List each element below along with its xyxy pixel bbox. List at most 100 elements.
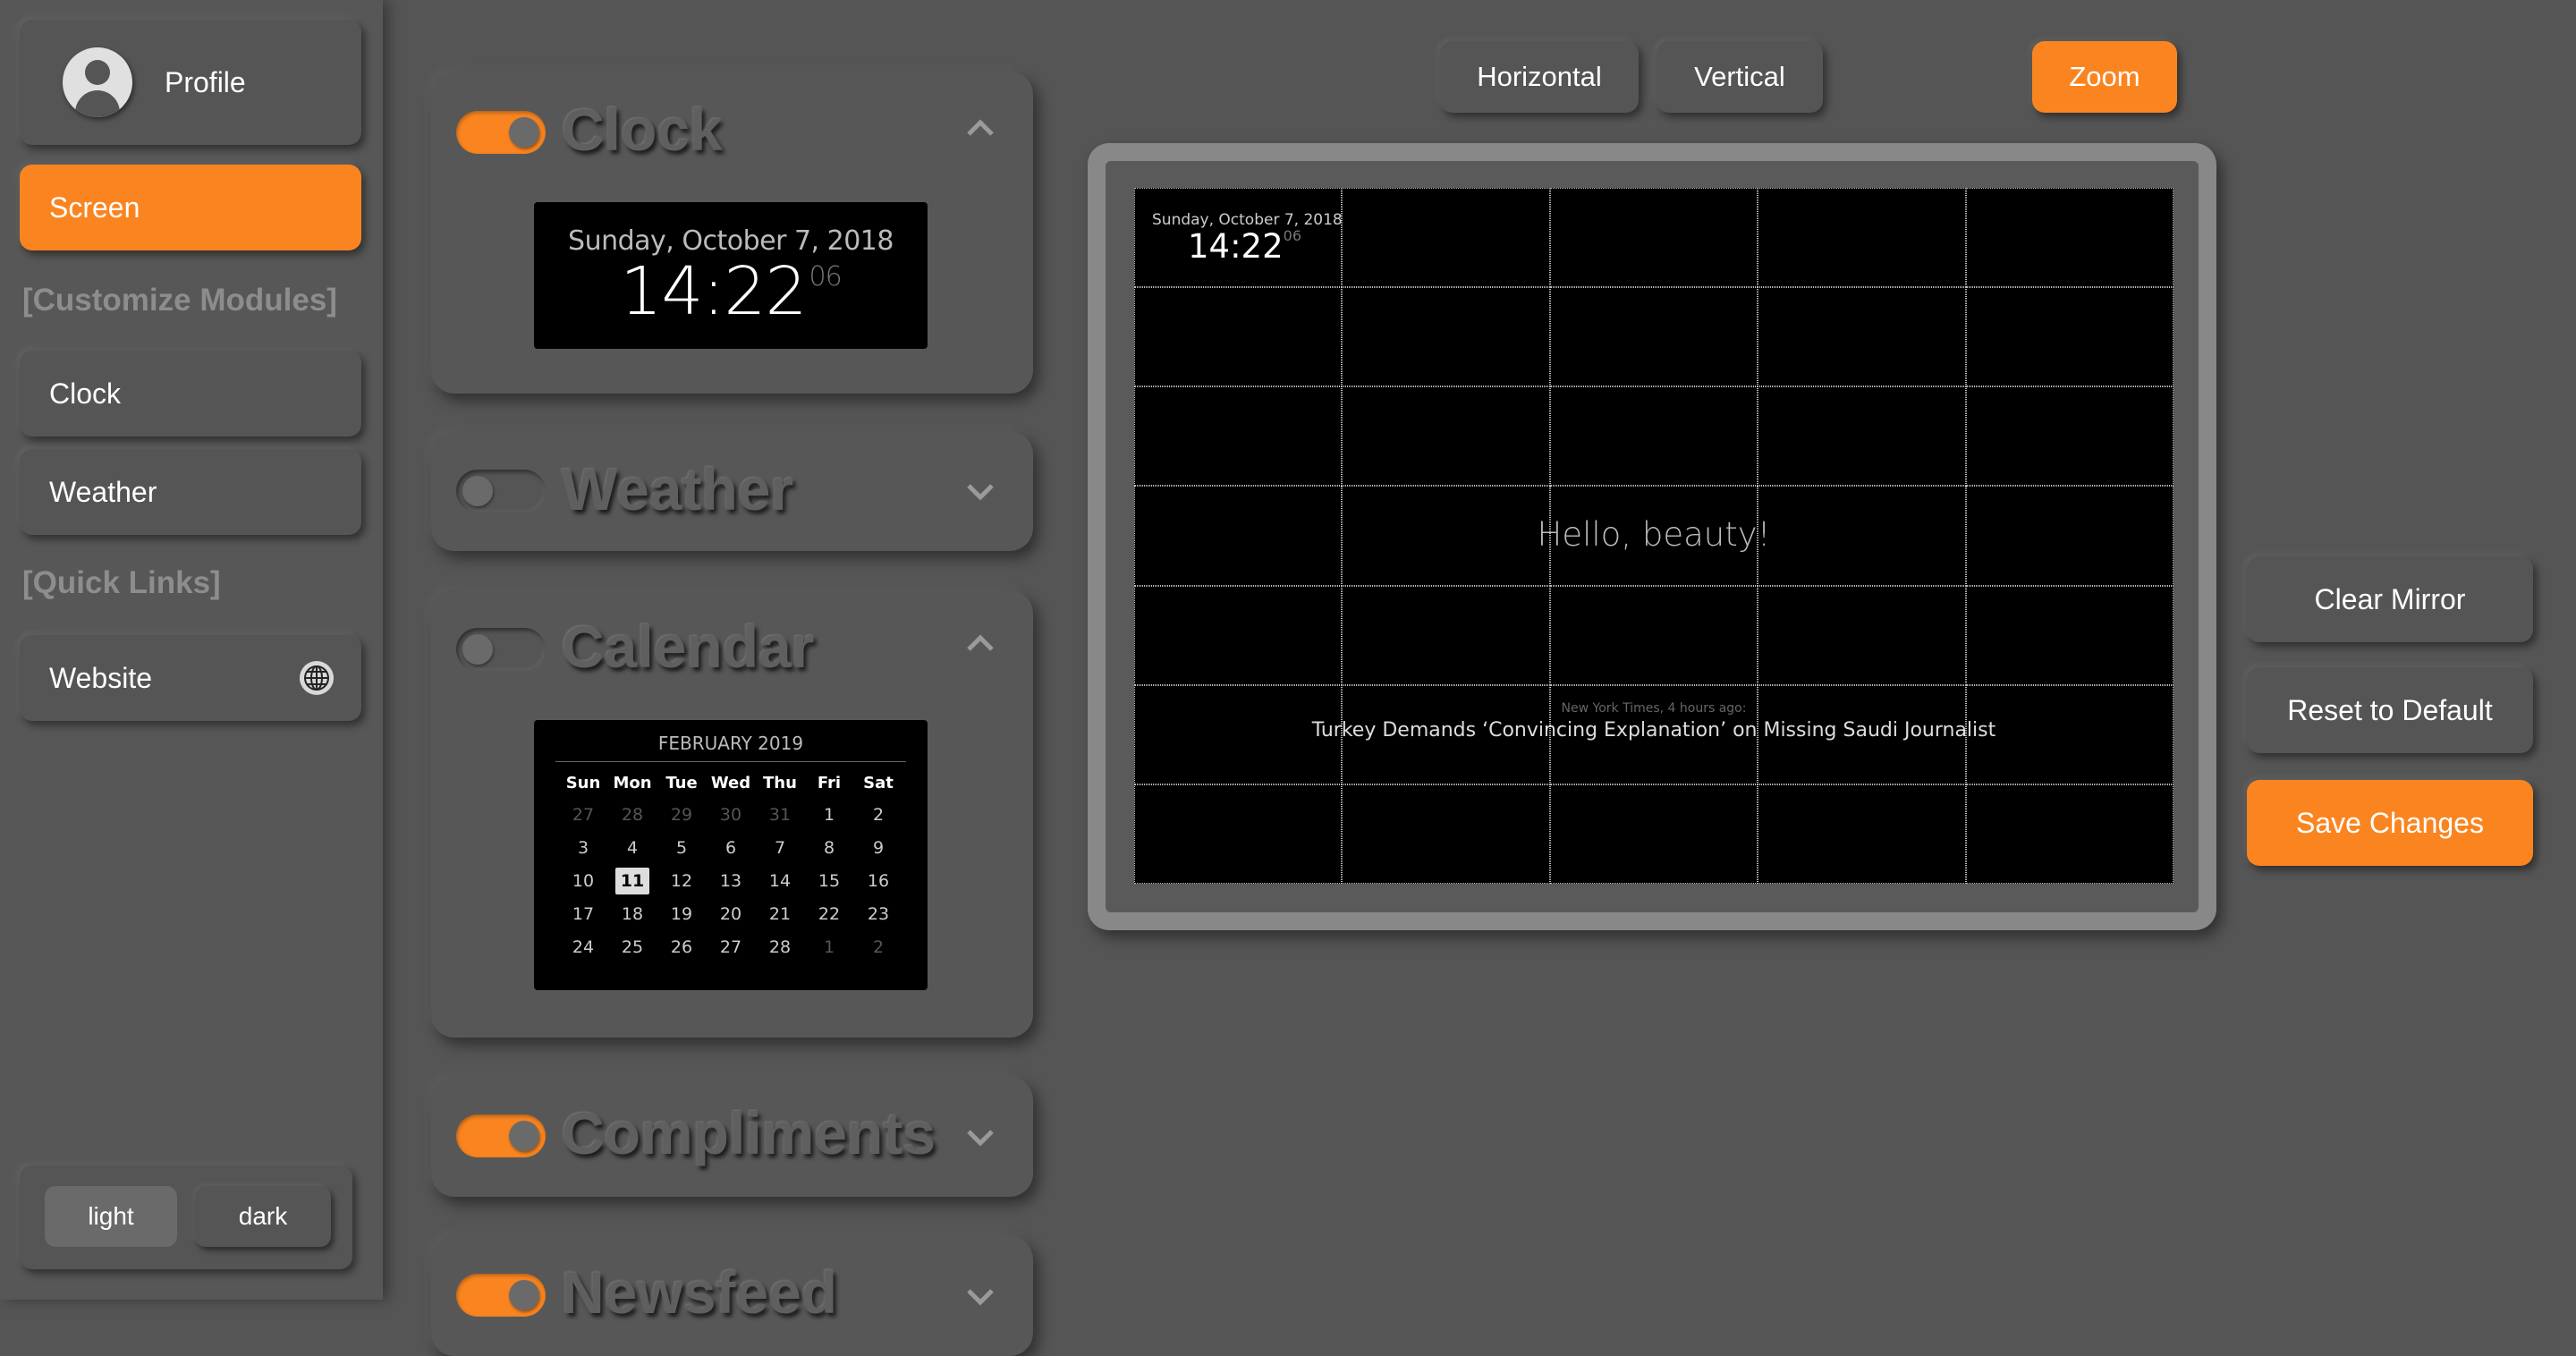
calendar-weekday: Sun [565, 773, 601, 792]
weather-label: Weather [49, 475, 157, 508]
calendar-day: 19 [657, 897, 707, 930]
mirror-region-cell[interactable] [1758, 784, 1966, 884]
calendar-day-number: 8 [823, 837, 835, 858]
chevron-up-icon[interactable] [962, 109, 999, 147]
calendar-weekday: Mon [613, 773, 652, 792]
calendar-day-number: 27 [719, 936, 742, 957]
tab-zoom[interactable]: Zoom [2032, 41, 2177, 113]
mirror-screen: Sunday, October 7, 2018 14:2206 Hello, b… [1134, 188, 2174, 884]
mirror-region-cell[interactable] [1965, 386, 2174, 487]
clock-preview-date: Sunday, October 7, 2018 [568, 225, 894, 257]
mirror-region-cell[interactable] [1965, 784, 2174, 884]
mirror-region-cell[interactable] [1134, 386, 1343, 487]
calendar-day-number: 2 [872, 804, 885, 825]
calendar-day-number: 16 [867, 870, 890, 891]
calendar-day-number: 28 [768, 936, 792, 957]
mirror-region-cell[interactable] [1342, 386, 1550, 487]
weather-toggle[interactable] [456, 470, 546, 513]
compliments-toggle[interactable] [456, 1114, 546, 1157]
calendar-weekday: Fri [817, 773, 842, 792]
clear-mirror-button[interactable]: Clear Mirror [2247, 556, 2533, 642]
calendar-day-number: 31 [768, 804, 792, 825]
reset-default-button[interactable]: Reset to Default [2247, 667, 2533, 753]
mirror-region-cell[interactable] [1549, 386, 1758, 487]
calendar-day: 7 [756, 831, 805, 864]
calendar-day-number: 6 [724, 837, 737, 858]
calendar-day-number: 23 [867, 903, 890, 924]
calendar-day: 17 [559, 897, 608, 930]
clock-toggle[interactable] [456, 111, 546, 154]
sidebar-item-clock[interactable]: Clock [20, 351, 361, 436]
chevron-down-icon[interactable] [962, 472, 999, 510]
clock-module-title: Clock [562, 97, 723, 163]
calendar-weekday: Tue [665, 773, 698, 792]
mirror-region-cell[interactable] [1758, 585, 1966, 685]
mirror-region-cell[interactable] [1758, 386, 1966, 487]
weather-module-card: Weather [431, 431, 1033, 551]
calendar-day: 31 [756, 798, 805, 831]
mirror-region-cell[interactable] [1342, 784, 1550, 884]
clock-module-card: Clock Sunday, October 7, 2018 14:22 06 [431, 72, 1033, 394]
calendar-day: 6 [707, 831, 756, 864]
calendar-day: 29 [657, 798, 707, 831]
sidebar-item-screen[interactable]: Screen [20, 165, 361, 250]
newsfeed-toggle[interactable] [456, 1274, 546, 1317]
globe-icon [300, 661, 334, 695]
theme-light-button[interactable]: light [45, 1186, 177, 1247]
save-changes-button[interactable]: Save Changes [2247, 780, 2533, 866]
chevron-down-icon[interactable] [962, 1118, 999, 1156]
calendar-day: 12 [657, 864, 707, 897]
calendar-preview: FEBRUARY 2019 Sun Mon Tue Wed Thu Fri Sat 27 28… [534, 720, 928, 990]
calendar-day: 11 [608, 864, 657, 897]
calendar-day-number: 24 [572, 936, 595, 957]
sidebar-item-website[interactable]: Website [20, 635, 361, 721]
calendar-day: 16 [854, 864, 903, 897]
mirror-region-cell[interactable] [1342, 287, 1550, 387]
mirror-clock-date: Sunday, October 7, 2018 [1152, 211, 1343, 229]
calendar-day-number: 21 [768, 903, 792, 924]
chevron-up-icon[interactable] [962, 624, 999, 662]
calendar-day: 5 [657, 831, 707, 864]
mirror-news-source: New York Times, 4 hours ago: [1561, 701, 1747, 716]
calendar-weekday: Wed [710, 773, 751, 792]
tab-vertical[interactable]: Vertical [1657, 41, 1823, 113]
calendar-day: 15 [805, 864, 854, 897]
mirror-region-cell[interactable] [1965, 287, 2174, 387]
mirror-region-cell[interactable] [1134, 287, 1343, 387]
mirror-region-cell[interactable] [1549, 784, 1758, 884]
calendar-day: 10 [559, 864, 608, 897]
quick-links-heading: [Quick Links] [22, 565, 221, 600]
mirror-news-headline: Turkey Demands ‘Convincing Explanation’ … [1311, 719, 1996, 742]
mirror-region-cell[interactable] [1342, 585, 1550, 685]
calendar-toggle[interactable] [456, 628, 546, 671]
profile-label: Profile [165, 65, 246, 98]
chevron-down-icon[interactable] [962, 1277, 999, 1315]
sidebar-item-weather[interactable]: Weather [20, 449, 361, 535]
calendar-day-number: 4 [626, 837, 639, 858]
clock-preview-hhmm: 14:22 [620, 253, 807, 330]
calendar-day: 28 [608, 798, 657, 831]
mirror-region-cell[interactable] [1549, 585, 1758, 685]
mirror-region-cell[interactable] [1758, 287, 1966, 387]
profile-button[interactable]: Profile [20, 20, 361, 145]
calendar-day: 2 [854, 930, 903, 963]
mirror-region-cell[interactable] [1965, 188, 2174, 288]
calendar-day: 20 [707, 897, 756, 930]
customize-modules-heading: [Customize Modules] [22, 283, 337, 318]
mirror-region-cell[interactable] [1134, 585, 1343, 685]
calendar-day-number: 18 [621, 903, 644, 924]
calendar-grid: Sun Mon Tue Wed Thu Fri Sat 27 28 29 30 31 1 2 3 4 5 6 7 8… [559, 767, 903, 963]
theme-dark-button[interactable]: dark [195, 1186, 331, 1247]
calendar-day: 23 [854, 897, 903, 930]
calendar-day: 28 [756, 930, 805, 963]
calendar-day-number: 26 [670, 936, 693, 957]
calendar-day-number: 25 [621, 936, 644, 957]
mirror-region-cell[interactable] [1965, 585, 2174, 685]
tab-horizontal[interactable]: Horizontal [1440, 41, 1639, 113]
mirror-region-cell[interactable] [1342, 188, 1550, 288]
calendar-day-number: 10 [572, 870, 595, 891]
mirror-region-cell[interactable] [1549, 188, 1758, 288]
mirror-region-cell[interactable] [1758, 188, 1966, 288]
mirror-region-cell[interactable] [1134, 784, 1343, 884]
mirror-region-cell[interactable] [1549, 287, 1758, 387]
